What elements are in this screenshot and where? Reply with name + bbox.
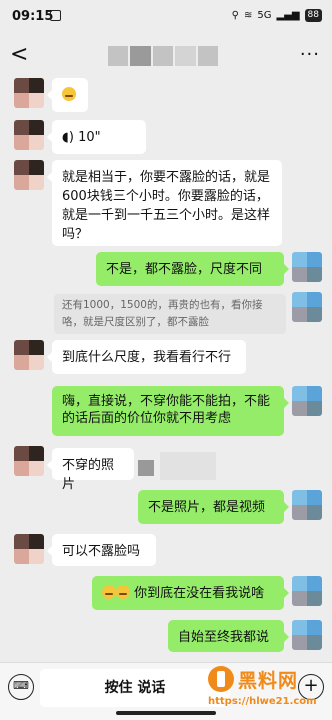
- contact-avatar[interactable]: [14, 120, 44, 150]
- facepalm-emoji-icon: [102, 585, 116, 599]
- facepalm-emoji-icon: [62, 87, 76, 101]
- message-outgoing[interactable]: 不是照片，都是视频: [138, 490, 289, 524]
- message-text: 不是，都不露脸，尺度不同: [106, 262, 263, 277]
- message-incoming[interactable]: 到底什么尺度，我看看行不行: [47, 340, 246, 374]
- my-avatar[interactable]: [292, 292, 322, 322]
- quoted-message[interactable]: 还有1000，1500的，再贵的也有，看你接咯，就是尺度区别了，都不露脸: [54, 294, 286, 334]
- watermark-logo-icon: [208, 666, 234, 692]
- quote-text: 还有1000，1500的，再贵的也有，看你接咯，就是尺度区别了，都不露脸: [62, 299, 263, 328]
- message-outgoing[interactable]: 嗨，直接说，不穿你能不能拍，不能的话后面的价位你就不用考虑: [52, 386, 289, 436]
- status-bar: 09:15 ⚲ ≋ 5G ▂▄▆ 88: [0, 0, 332, 34]
- blurred-image: [138, 460, 154, 476]
- message-outgoing[interactable]: 不是，都不露脸，尺度不同: [96, 252, 289, 286]
- my-avatar[interactable]: [292, 386, 322, 416]
- message-incoming[interactable]: 可以不露脸吗: [47, 534, 156, 566]
- hold-to-talk-button[interactable]: 按住 说话: [40, 669, 230, 707]
- contact-avatar[interactable]: [14, 78, 44, 108]
- home-indicator[interactable]: [116, 711, 216, 715]
- message-incoming[interactable]: [47, 78, 88, 112]
- my-avatar[interactable]: [292, 620, 322, 650]
- voice-wave-icon: ◖): [62, 130, 74, 145]
- my-avatar[interactable]: [292, 252, 322, 282]
- message-outgoing[interactable]: 自始至终我都说: [168, 620, 289, 652]
- my-avatar[interactable]: [292, 490, 322, 520]
- more-button[interactable]: ···: [300, 44, 320, 65]
- voice-message[interactable]: ◖) 10": [47, 120, 146, 154]
- message-text: 可以不露脸吗: [62, 544, 141, 559]
- my-avatar[interactable]: [292, 576, 322, 606]
- contact-avatar[interactable]: [14, 446, 44, 476]
- watermark-name: 黑料网: [238, 670, 299, 692]
- watermark-url: https://hlwe21.com: [208, 696, 317, 707]
- message-text: 不是照片，都是视频: [148, 500, 266, 515]
- message-incoming[interactable]: 不穿的照片: [47, 448, 134, 492]
- facepalm-emoji-icon: [116, 585, 130, 599]
- message-text: 到底什么尺度，我看看行不行: [62, 350, 232, 365]
- voice-duration: 10": [78, 130, 101, 145]
- contact-name-blurred: [108, 46, 219, 66]
- status-time: 09:15: [12, 9, 54, 24]
- wifi-icon: ≋: [243, 10, 253, 21]
- message-incoming[interactable]: 就是相当于，你要不露脸的话，就是600块钱三个小时。你要露脸的话，就是一千到一千…: [47, 160, 282, 246]
- message-text: 不穿的照片: [62, 458, 115, 492]
- message-outgoing[interactable]: 你到底在没在看我说啥: [92, 576, 289, 610]
- message-text: 你到底在没在看我说啥: [134, 586, 265, 601]
- message-text: 自始至终我都说: [178, 630, 270, 645]
- status-right: ⚲ ≋ 5G ▂▄▆ 88: [232, 9, 322, 22]
- network-label: 5G: [257, 10, 272, 21]
- message-text: 嗨，直接说，不穿你能不能拍，不能的话后面的价位你就不用考虑: [62, 394, 271, 426]
- chat-header: < ···: [0, 34, 332, 78]
- contact-avatar[interactable]: [14, 534, 44, 564]
- contact-avatar[interactable]: [14, 160, 44, 190]
- contact-avatar[interactable]: [14, 340, 44, 370]
- keyboard-toggle-icon[interactable]: ⌨: [8, 674, 34, 700]
- blurred-image: [160, 452, 216, 480]
- message-text: 就是相当于，你要不露脸的话，就是600块钱三个小时。你要露脸的话，就是一千到一千…: [62, 170, 271, 242]
- battery-indicator: 88: [304, 9, 322, 22]
- back-button[interactable]: <: [10, 42, 28, 67]
- watermark: 黑料网 https://hlwe21.com: [208, 664, 317, 716]
- link-icon: ⚲: [231, 10, 239, 21]
- signal-icon: ▂▄▆: [276, 10, 300, 21]
- screenshot-icon: [50, 10, 61, 21]
